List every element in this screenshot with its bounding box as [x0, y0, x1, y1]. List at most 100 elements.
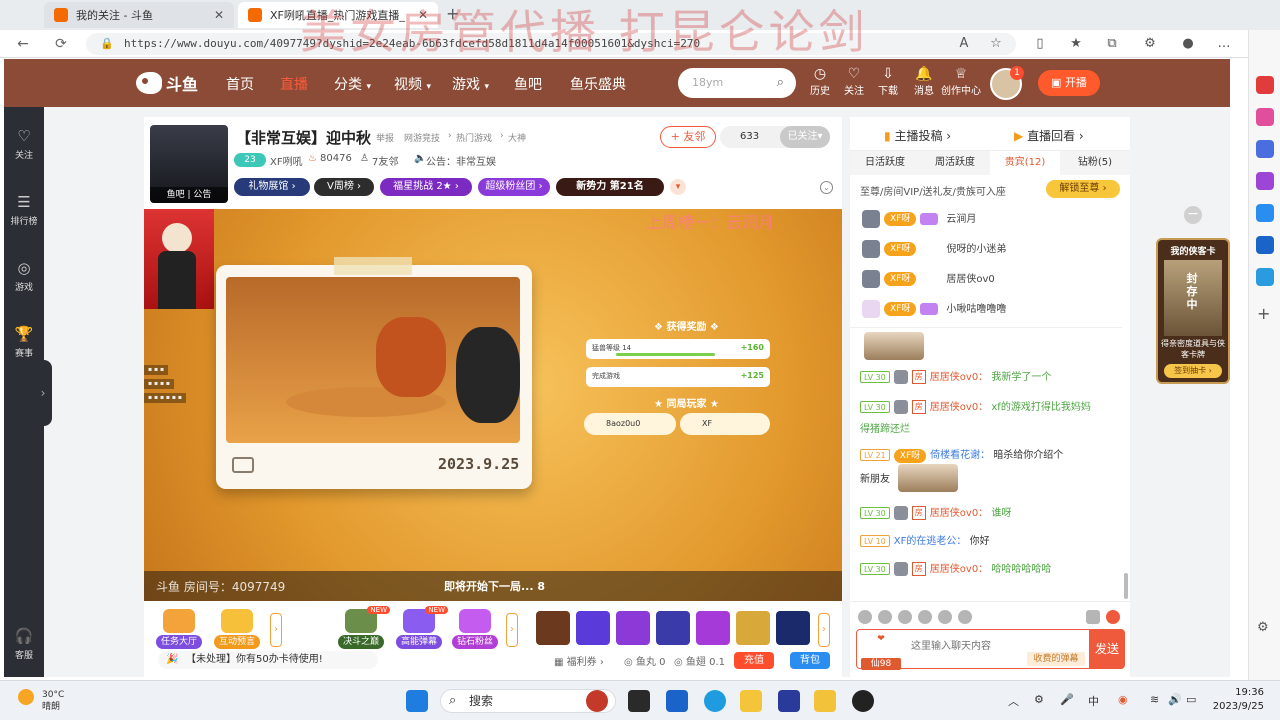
tray-app-icon[interactable]: ◉	[1118, 693, 1128, 706]
volume-icon[interactable]: 🔊	[1168, 693, 1182, 706]
anchor-name[interactable]: XF咧吼	[270, 153, 303, 168]
tools-icon[interactable]	[1256, 140, 1274, 158]
browser-tab[interactable]: 我的关注 - 斗鱼 ✕	[44, 2, 234, 28]
gift-gallery-pill[interactable]: 礼物展馆 ›	[234, 178, 310, 196]
favorites-icon[interactable]: ★	[1066, 34, 1086, 54]
extensions-icon[interactable]: ⚙	[1140, 34, 1160, 54]
expand-pills-button[interactable]: ▾	[670, 179, 686, 195]
app-icon[interactable]	[778, 690, 800, 712]
fan-medal[interactable]: ❤ 仙98	[861, 634, 901, 670]
tab-daily[interactable]: 日活跃度	[850, 151, 920, 175]
vip-row[interactable]: XF呀 小啾咕噜噜噜	[862, 300, 1006, 320]
send-icon[interactable]	[1256, 268, 1274, 286]
wifi-icon[interactable]: ≋	[1150, 693, 1159, 706]
close-icon[interactable]: ✕	[214, 8, 224, 22]
task-view-icon[interactable]	[628, 690, 650, 712]
gift-item[interactable]	[656, 611, 690, 645]
download-button[interactable]: ⇩ 下载	[871, 67, 905, 99]
new-force-pill[interactable]: 新势力 第21名	[556, 178, 664, 196]
mail-icon[interactable]	[666, 690, 688, 712]
gift-scroll-arrow[interactable]: ›	[818, 613, 830, 647]
start-live-button[interactable]: ▣ 开播	[1038, 70, 1100, 96]
gift-scroll-arrow[interactable]: ›	[270, 613, 282, 647]
diamond-fan-button[interactable]: 钻石粉丝	[452, 609, 498, 649]
lucky-challenge-pill[interactable]: 福星挑战 2★ ›	[380, 178, 472, 196]
bulb-icon[interactable]	[958, 610, 972, 624]
profile-icon[interactable]: ●	[1178, 34, 1198, 54]
nav-home[interactable]: 首页	[226, 74, 254, 94]
battery-icon[interactable]: ▭	[1186, 693, 1196, 706]
chat-user[interactable]: 居居侠ov0：	[930, 564, 988, 575]
notice-bar[interactable]: 🎉 【未处理】你有50办卡待使用!	[158, 651, 378, 669]
add-icon[interactable]: +	[1257, 304, 1270, 323]
tray-app-icon[interactable]: ⚙	[1034, 693, 1044, 706]
bag-button[interactable]: 背包	[790, 652, 830, 669]
more-menu-icon[interactable]: …	[1214, 34, 1234, 54]
chat-user[interactable]: XF的在逃老公：	[894, 536, 967, 547]
sidebar-collapse-handle[interactable]: ›	[34, 360, 52, 426]
gift-item[interactable]	[736, 611, 770, 645]
nav-category[interactable]: 分类 ▾	[334, 74, 371, 94]
barrage-toggle-icon[interactable]	[1086, 610, 1100, 624]
chat-user[interactable]: 居居侠ov0：	[930, 372, 988, 383]
task-hall-button[interactable]: 任务大厅	[156, 609, 202, 649]
notice-link[interactable]: 公告	[193, 190, 211, 200]
search-icon[interactable]: ⌕	[777, 68, 784, 98]
nav-game[interactable]: 游戏 ▾	[452, 74, 489, 94]
gift-item[interactable]	[776, 611, 810, 645]
sidebar-item-follow[interactable]: ♡ 关注	[4, 127, 44, 161]
new-tab-button[interactable]: +	[446, 4, 459, 23]
split-screen-icon[interactable]: ▯	[1030, 34, 1050, 54]
avatar-links[interactable]: 鱼吧 | 公告	[150, 187, 228, 203]
tab-vip[interactable]: 贵宾(12)	[990, 151, 1060, 175]
vip-row[interactable]: XF呀 倪呀的小迷弟	[862, 240, 1006, 260]
collapse-card-button[interactable]: −	[1184, 206, 1202, 224]
message-button[interactable]: 🔔 消息	[907, 67, 941, 99]
follow-button[interactable]: ♡ 关注	[837, 67, 871, 99]
vip-row[interactable]: XF呀 云涧月	[862, 210, 976, 230]
windows-start-icon[interactable]	[406, 690, 428, 712]
read-aloud-icon[interactable]: A	[954, 34, 974, 54]
duel-button[interactable]: NEW 决斗之巅	[338, 606, 390, 649]
friends-count[interactable]: 7友邻	[372, 153, 398, 168]
report-link[interactable]: 举报	[376, 131, 394, 144]
chat-scrollbar[interactable]	[1124, 573, 1128, 599]
gift-item[interactable]	[536, 611, 570, 645]
crown-icon[interactable]	[898, 610, 912, 624]
gift-box-icon[interactable]	[1106, 610, 1120, 624]
nav-live[interactable]: 直播	[280, 74, 308, 94]
tray-chevron-icon[interactable]: ︿	[1008, 693, 1019, 709]
back-icon[interactable]: ←	[14, 35, 32, 53]
edge-icon[interactable]	[704, 690, 726, 712]
history-button[interactable]: ◷ 历史	[803, 67, 837, 99]
room-options-icon[interactable]: ⌄	[820, 181, 833, 194]
anchor-avatar[interactable]: 鱼吧 | 公告	[150, 125, 228, 203]
explorer-icon[interactable]	[740, 690, 762, 712]
gift-item[interactable]	[616, 611, 650, 645]
nav-fishbar[interactable]: 鱼吧	[514, 74, 542, 94]
recharge-button[interactable]: 充值	[734, 652, 774, 669]
followed-button[interactable]: 已关注▾	[780, 126, 830, 148]
gift-item[interactable]	[576, 611, 610, 645]
nav-video[interactable]: 视频 ▾	[394, 74, 431, 94]
outlook-icon[interactable]	[1256, 236, 1274, 254]
gift-item[interactable]	[696, 611, 730, 645]
gift-scroll-arrow[interactable]: ›	[506, 613, 518, 647]
sidebar-item-rank[interactable]: ☰ 排行榜	[4, 193, 44, 227]
video-player[interactable]: 上周榜一：云涧月 ▪ ▪ ▪ ▪ ▪ ▪ ▪ ▪ ▪ ▪ ▪ ▪ ▪ 2023.…	[144, 209, 842, 601]
creator-center-button[interactable]: ♕ 创作中心	[938, 67, 984, 99]
paid-barrage-button[interactable]: 收费的弹幕	[1027, 652, 1085, 666]
sidebar-item-event[interactable]: 🏆 赛事	[4, 325, 44, 359]
reload-icon[interactable]: ⟳	[52, 35, 70, 53]
hero-card-widget[interactable]: 我的侠客卡 封存中 得亲密度道具与侠客卡牌 签到抽卡 ›	[1156, 238, 1230, 384]
office-icon[interactable]	[1256, 204, 1274, 222]
megaphone-icon[interactable]	[878, 610, 892, 624]
unlock-button[interactable]: 解锁至尊 ›	[1046, 180, 1120, 198]
super-fan-pill[interactable]: 超级粉丝团 ›	[478, 178, 550, 196]
tab-weekly[interactable]: 周活跃度	[920, 151, 990, 175]
douyu-app-icon[interactable]	[814, 690, 836, 712]
anchor-posts-link[interactable]: ▮ 主播投稿 ›	[884, 127, 951, 144]
chat-user[interactable]: 居居侠ov0：	[930, 402, 988, 413]
replay-link[interactable]: ▶ 直播回看 ›	[1014, 127, 1084, 144]
clock[interactable]: 19:36 2023/9/25	[1206, 686, 1264, 714]
